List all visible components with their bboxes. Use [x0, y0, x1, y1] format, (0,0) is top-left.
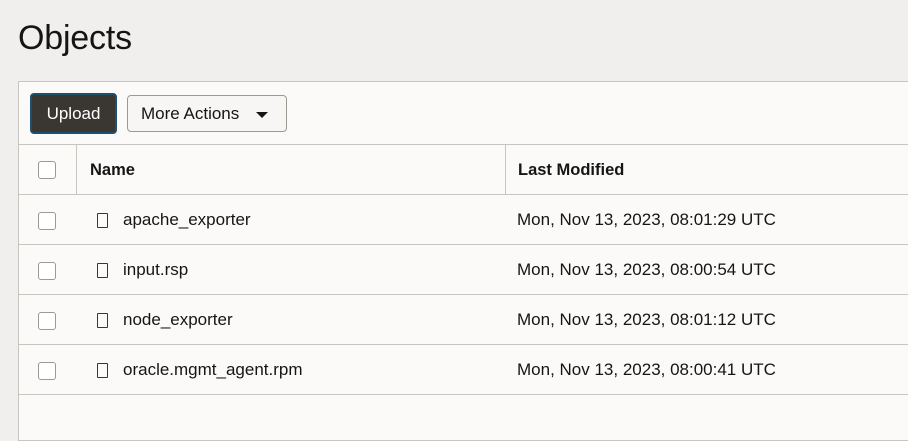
table-row[interactable]: input.rsp Mon, Nov 13, 2023, 08:00:54 UT… [19, 245, 908, 295]
last-modified: Mon, Nov 13, 2023, 08:00:41 UTC [517, 360, 776, 379]
more-actions-button[interactable]: More Actions [127, 95, 287, 132]
upload-button[interactable]: Upload [30, 93, 117, 134]
last-modified: Mon, Nov 13, 2023, 08:01:12 UTC [517, 310, 776, 329]
table-row[interactable]: apache_exporter Mon, Nov 13, 2023, 08:01… [19, 195, 908, 245]
column-divider [505, 145, 506, 195]
page-title: Objects [18, 19, 132, 57]
row-checkbox[interactable] [38, 262, 56, 280]
object-name[interactable]: node_exporter [123, 310, 233, 330]
row-checkbox[interactable] [38, 212, 56, 230]
file-icon [97, 263, 108, 278]
caret-down-icon [256, 112, 268, 118]
table-row[interactable]: oracle.mgmt_agent.rpm Mon, Nov 13, 2023,… [19, 345, 908, 395]
last-modified: Mon, Nov 13, 2023, 08:01:29 UTC [517, 210, 776, 229]
table-header: Name Last Modified [19, 145, 908, 195]
file-icon [97, 363, 108, 378]
toolbar: Upload More Actions [19, 82, 908, 145]
file-icon [97, 313, 108, 328]
object-name[interactable]: input.rsp [123, 260, 188, 280]
table-row[interactable]: node_exporter Mon, Nov 13, 2023, 08:01:1… [19, 295, 908, 345]
column-header-name[interactable]: Name [90, 161, 135, 180]
row-checkbox[interactable] [38, 312, 56, 330]
object-name[interactable]: oracle.mgmt_agent.rpm [123, 360, 303, 380]
last-modified: Mon, Nov 13, 2023, 08:00:54 UTC [517, 260, 776, 279]
column-header-last-modified[interactable]: Last Modified [518, 161, 624, 180]
row-checkbox[interactable] [38, 362, 56, 380]
column-divider [76, 145, 77, 195]
objects-panel: Upload More Actions Name Last Modified a… [18, 81, 908, 441]
more-actions-label: More Actions [141, 103, 240, 123]
select-all-checkbox[interactable] [38, 161, 56, 179]
object-name[interactable]: apache_exporter [123, 210, 251, 230]
file-icon [97, 213, 108, 228]
